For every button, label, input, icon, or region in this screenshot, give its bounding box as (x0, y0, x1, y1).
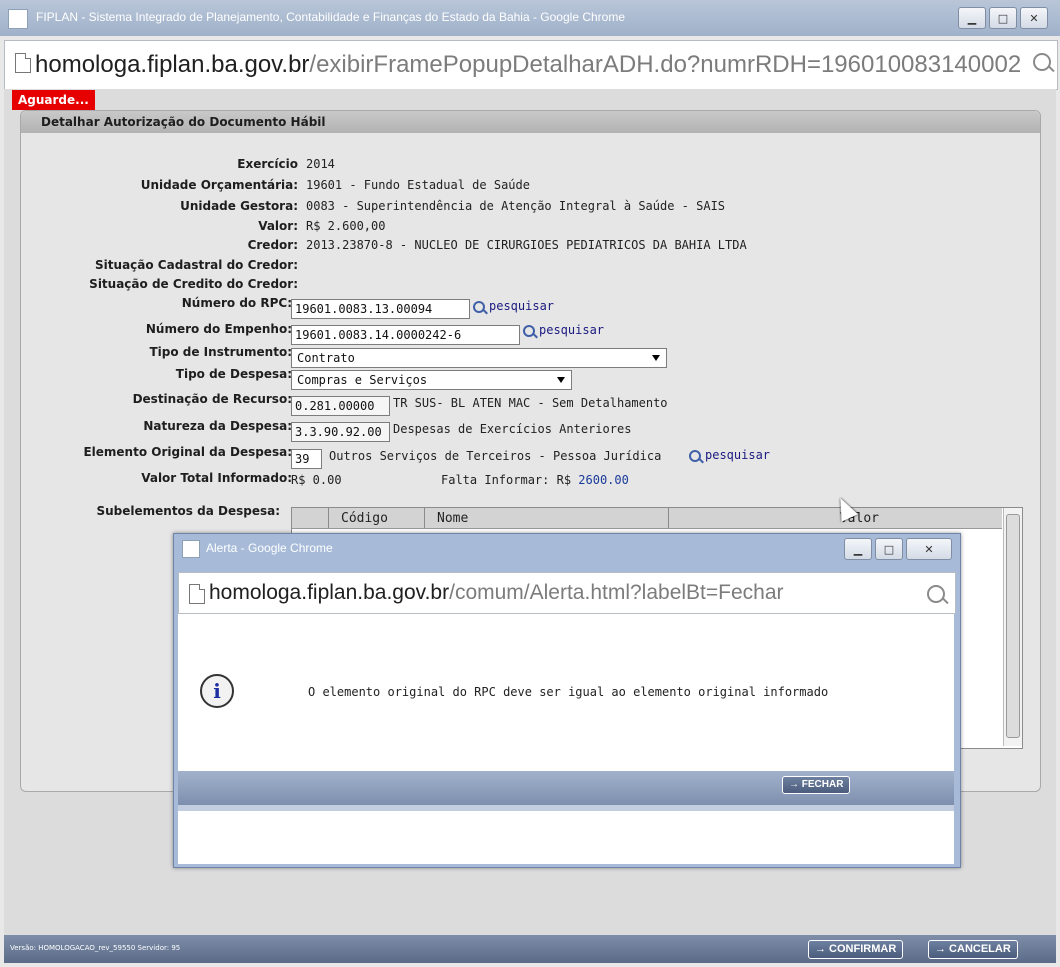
label-unidade-orcamentaria: Unidade Orçamentária: (140, 178, 298, 192)
search-icon (689, 450, 701, 462)
rpc-search-label: pesquisar (489, 299, 555, 313)
falta-informar-label: Falta Informar: R$ (441, 473, 572, 487)
label-credor: Credor: (247, 238, 298, 252)
alert-close-button[interactable]: ✕ (906, 538, 952, 560)
chrome-app-icon (8, 9, 28, 29)
label-numero-empenho: Número do Empenho: (145, 322, 292, 336)
label-exercicio: Exercício (237, 157, 298, 171)
alert-url-host: homologa.fiplan.ba.gov.br (209, 581, 450, 604)
destinacao-recurso-desc: TR SUS- BL ATEN MAC - Sem Detalhamento (393, 396, 668, 410)
falta-informar-value: 2600.00 (578, 473, 629, 487)
falta-informar: Falta Informar: R$ 2600.00 (441, 473, 629, 487)
alert-minimize-button[interactable]: ▁ (844, 538, 872, 560)
label-elemento-original: Elemento Original da Despesa: (83, 445, 292, 459)
page-icon (189, 584, 205, 604)
fechar-button[interactable]: → FECHAR (782, 776, 851, 794)
rpc-search-link[interactable]: pesquisar (473, 299, 554, 313)
tipo-instrumento-select[interactable]: Contrato (291, 348, 667, 368)
zoom-icon[interactable] (1033, 53, 1051, 71)
page-icon (15, 53, 31, 73)
empenho-number-input[interactable]: 19601.0083.14.0000242-6 (291, 325, 520, 345)
tipo-despesa-select[interactable]: Compras e Serviços (291, 370, 572, 390)
alert-bar-bottom (178, 805, 954, 811)
search-icon (523, 325, 535, 337)
table-scrollbar[interactable] (1003, 508, 1022, 746)
alert-window-controls: ▁ □ ✕ (841, 538, 952, 560)
alert-title-bar: Alerta - Google Chrome ▁ □ ✕ (174, 534, 960, 562)
chevron-down-icon (652, 355, 660, 361)
cancel-button[interactable]: → CANCELAR (928, 940, 1018, 959)
table-header: Código Nome Valor (292, 508, 1002, 529)
alert-dialog: Alerta - Google Chrome ▁ □ ✕ homologa.fi… (173, 533, 961, 868)
value-valor: R$ 2.600,00 (306, 219, 386, 233)
tipo-despesa-value: Compras e Serviços (297, 373, 428, 387)
label-numero-rpc: Número do RPC: (181, 296, 292, 310)
rpc-number-input[interactable]: 19601.0083.13.00094 (291, 299, 470, 319)
close-window-button[interactable]: ✕ (1020, 7, 1048, 29)
alert-message: O elemento original do RPC deve ser igua… (308, 685, 829, 699)
window-controls: ▁ □ ✕ (955, 7, 1048, 29)
valor-total-value: R$ 0.00 (291, 473, 342, 487)
alert-maximize-button[interactable]: □ (875, 538, 903, 560)
zoom-icon[interactable] (927, 585, 945, 603)
label-natureza-despesa: Natureza da Despesa: (143, 419, 292, 433)
alert-title: Alerta - Google Chrome (206, 541, 333, 555)
address-bar[interactable]: homologa.fiplan.ba.gov.br/exibirFramePop… (4, 40, 1058, 90)
elemento-search-label: pesquisar (705, 448, 771, 462)
label-subelementos: Subelementos da Despesa: (96, 504, 280, 518)
url-text[interactable]: homologa.fiplan.ba.gov.br/exibirFramePop… (35, 51, 1020, 79)
scrollbar-thumb[interactable] (1006, 514, 1020, 738)
natureza-despesa-field: 3.3.90.92.00 (291, 422, 390, 442)
url-path: /exibirFramePopupDetalharADH.do?numrRDH=… (309, 51, 1020, 78)
destinacao-recurso-field: 0.281.00000 (291, 396, 390, 416)
elemento-original-input[interactable]: 39 (291, 449, 322, 469)
footer-bar: Versão: HOMOLOGACAO_rev_59550 Servidor: … (4, 935, 1056, 963)
value-unidade-orcamentaria: 19601 - Fundo Estadual de Saúde (306, 178, 530, 192)
chevron-down-icon (557, 377, 565, 383)
elemento-original-desc: Outros Serviços de Terceiros - Pessoa Ju… (329, 449, 662, 463)
label-unidade-gestora: Unidade Gestora: (180, 199, 298, 213)
elemento-search-link[interactable]: pesquisar (689, 448, 770, 462)
window-title: FIPLAN - Sistema Integrado de Planejamen… (36, 10, 626, 24)
confirm-button[interactable]: → CONFIRMAR (808, 940, 904, 959)
alert-button-bar: → FECHAR (178, 771, 954, 805)
title-bar: FIPLAN - Sistema Integrado de Planejamen… (0, 0, 1060, 36)
version-text: Versão: HOMOLOGACAO_rev_59550 Servidor: … (10, 944, 181, 952)
search-icon (473, 301, 485, 313)
empenho-search-label: pesquisar (539, 323, 605, 337)
value-exercicio: 2014 (306, 157, 335, 171)
minimize-button[interactable]: ▁ (958, 7, 986, 29)
empenho-search-link[interactable]: pesquisar (523, 323, 604, 337)
label-destinacao-recurso: Destinação de Recurso: (132, 392, 292, 406)
tipo-instrumento-value: Contrato (297, 351, 355, 365)
value-unidade-gestora: 0083 - Superintendência de Atenção Integ… (306, 199, 726, 213)
info-icon: i (200, 674, 234, 708)
col-nome[interactable]: Nome (424, 508, 663, 528)
alert-url-text[interactable]: homologa.fiplan.ba.gov.br/comum/Alerta.h… (209, 581, 929, 605)
col-codigo[interactable]: Código (328, 508, 423, 528)
url-host: homologa.fiplan.ba.gov.br (35, 51, 310, 78)
alert-url-path: /comum/Alerta.html?labelBt=Fechar (449, 581, 784, 604)
panel-title: Detalhar Autorização do Documento Hábil (21, 111, 1040, 133)
label-situacao-credito: Situação de Credito do Credor: (89, 277, 298, 291)
label-valor: Valor: (258, 219, 298, 233)
alert-address-bar[interactable]: homologa.fiplan.ba.gov.br/comum/Alerta.h… (178, 572, 956, 614)
natureza-despesa-desc: Despesas de Exercícios Anteriores (393, 422, 632, 436)
alert-body: i O elemento original do RPC deve ser ig… (178, 614, 954, 864)
loading-badge: Aguarde... (12, 90, 95, 110)
label-situacao-cadastral: Situação Cadastral do Credor: (95, 258, 298, 272)
label-tipo-instrumento: Tipo de Instrumento: (149, 345, 292, 359)
value-credor: 2013.23870-8 - NUCLEO DE CIRURGIOES PEDI… (306, 238, 747, 252)
maximize-button[interactable]: □ (989, 7, 1017, 29)
label-tipo-despesa: Tipo de Despesa: (175, 367, 292, 381)
label-valor-total: Valor Total Informado: (141, 471, 292, 485)
chrome-app-icon (182, 540, 200, 558)
